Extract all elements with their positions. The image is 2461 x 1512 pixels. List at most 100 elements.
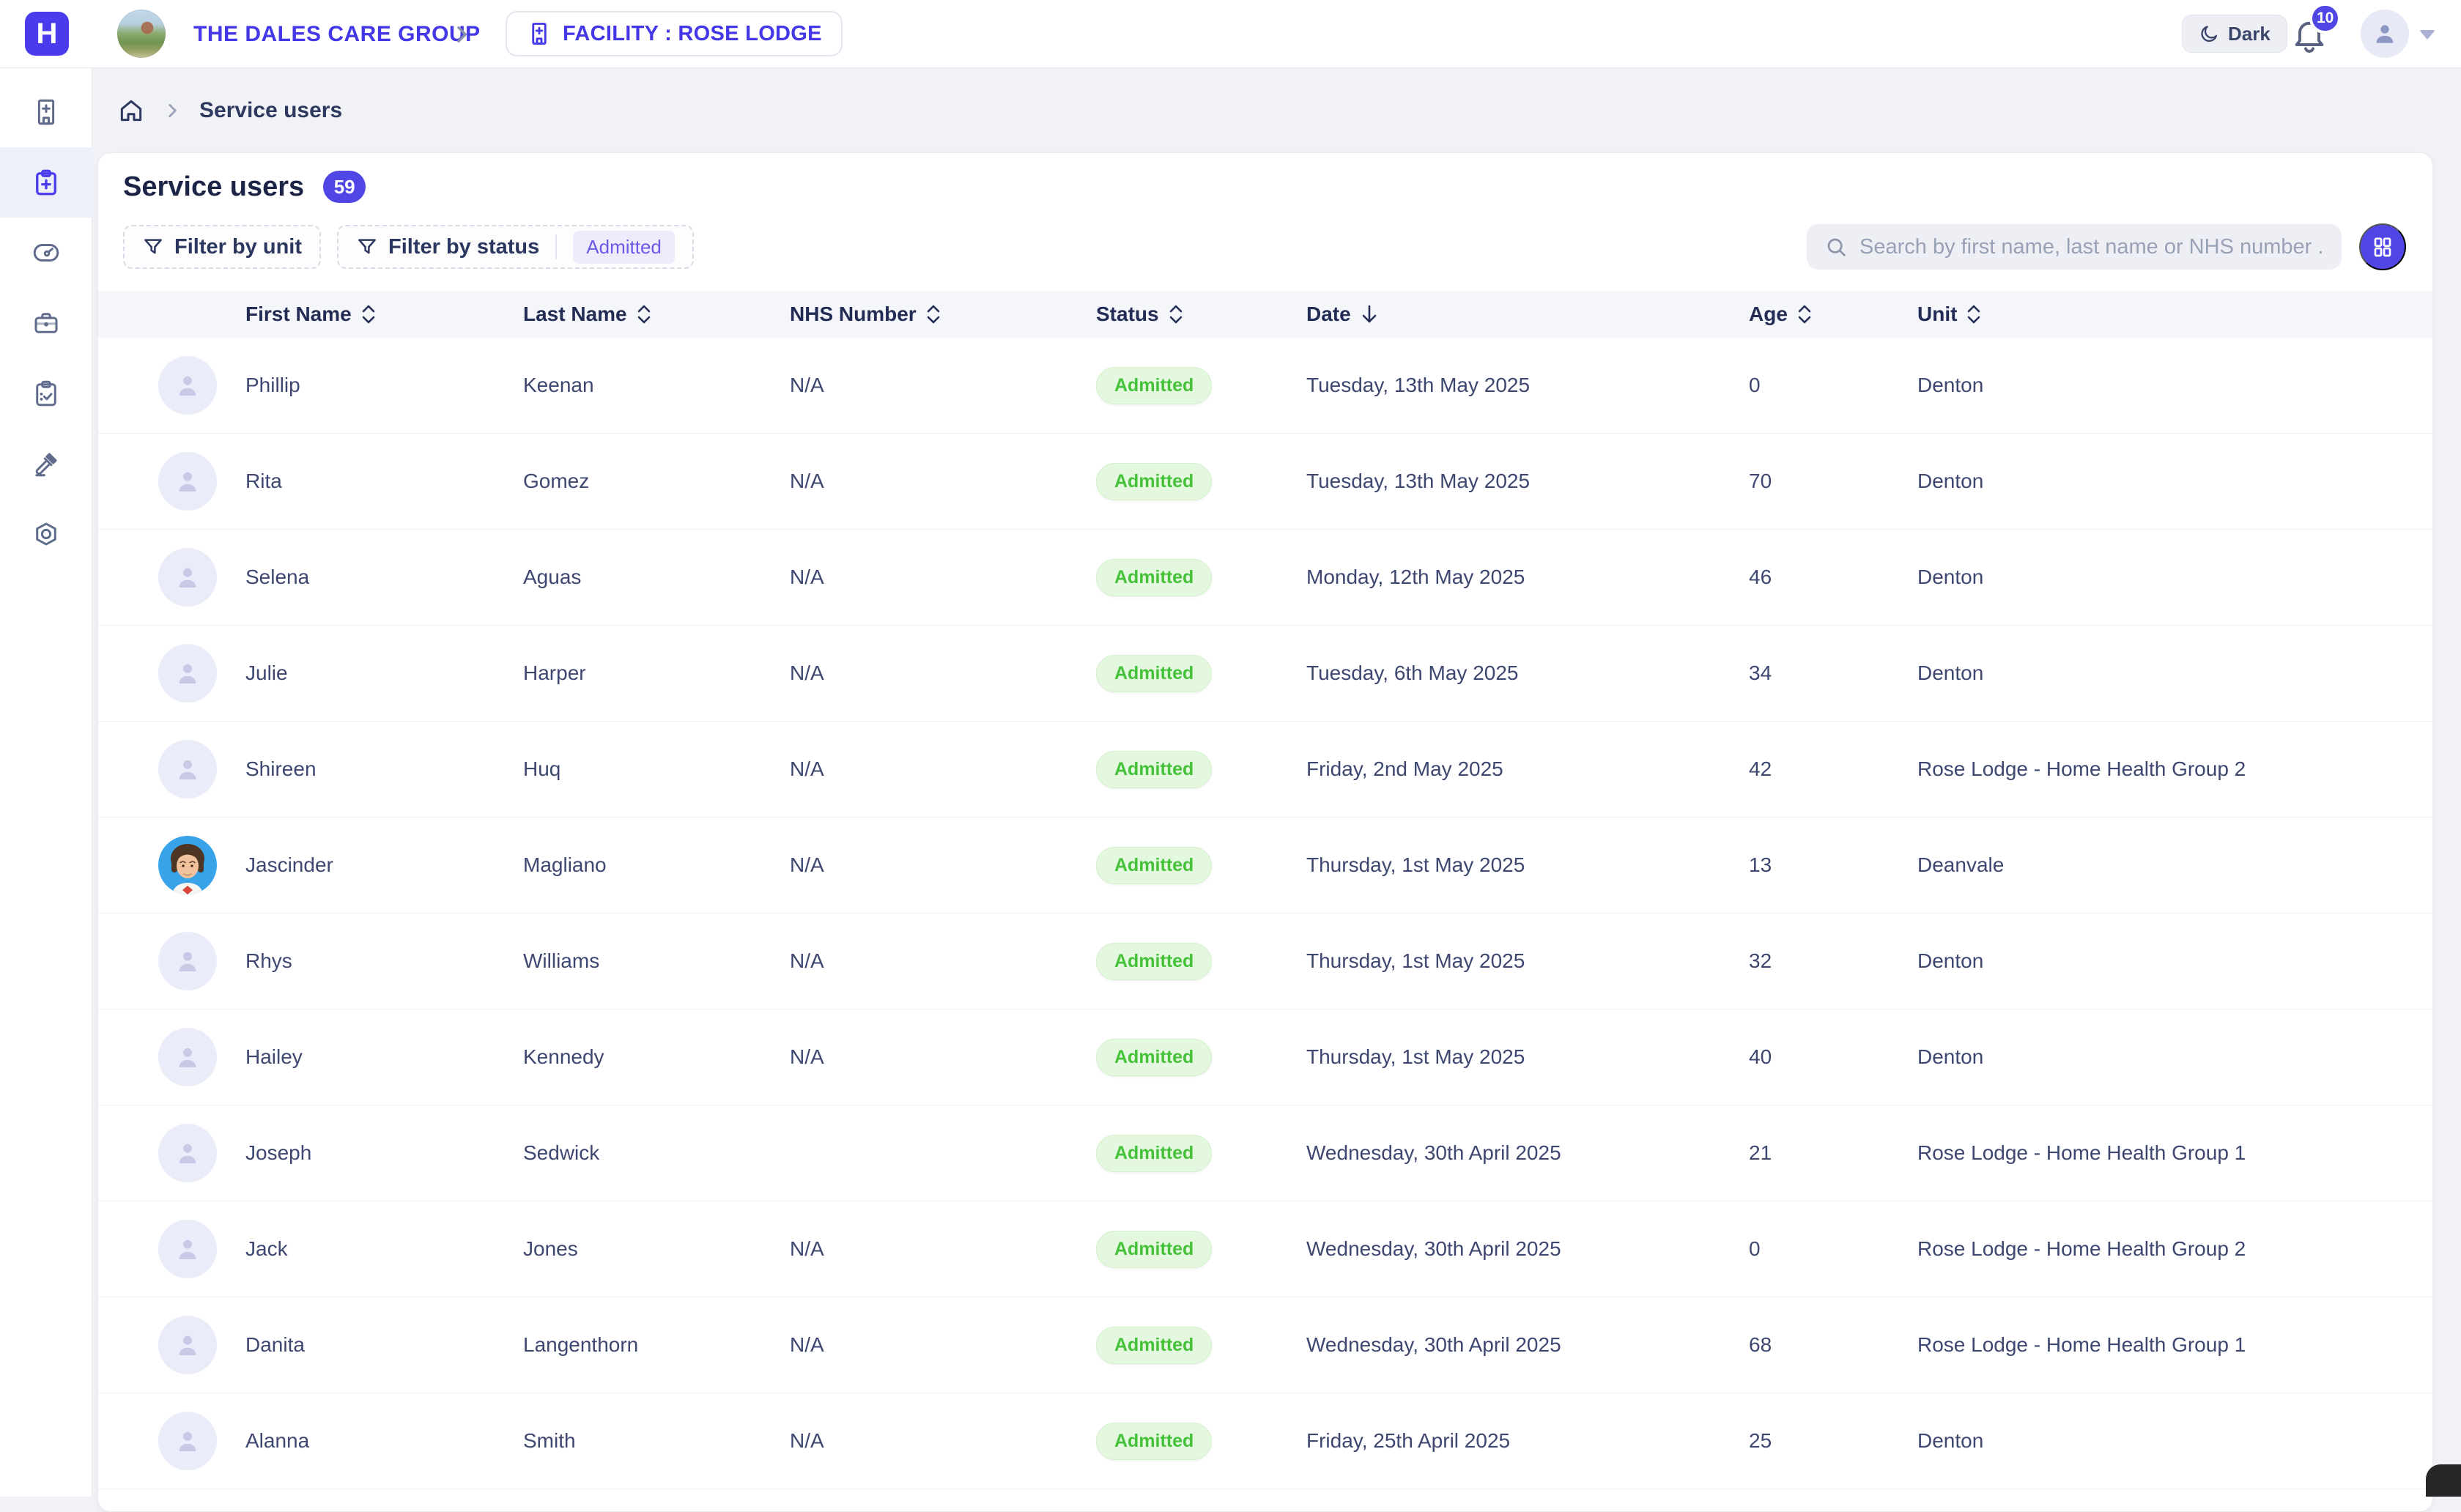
cell-first-name: Danita [245,1333,523,1357]
sidebar-item-assessments[interactable] [0,358,92,429]
search-input[interactable] [1859,235,2324,259]
header-last-name[interactable]: Last Name [523,303,790,326]
row-avatar [158,356,217,415]
status-badge: Admitted [1096,943,1212,980]
header-label: NHS Number [790,303,917,326]
person-icon [2371,20,2399,48]
cell-status: Admitted [1096,1039,1306,1076]
sort-both-icon[interactable] [1168,303,1184,325]
page-title: Service users [123,171,304,203]
header-status[interactable]: Status [1096,303,1306,326]
cell-unit: Rose Lodge - Home Health Group 2 [1917,1237,2432,1261]
header-nhs-number[interactable]: NHS Number [790,303,1096,326]
sort-both-icon[interactable] [360,303,377,325]
funnel-icon [142,236,164,258]
table-row[interactable]: Jascinder Magliano N/A Admitted Thursday… [98,818,2432,914]
filter-separator [555,234,557,259]
cell-last-name: Smith [523,1429,790,1453]
filter-status-value-chip[interactable]: Admitted [573,231,675,264]
cell-first-name: Jack [245,1237,523,1261]
cell-avatar [98,452,245,511]
sidebar-item-facility[interactable] [0,77,92,147]
cell-first-name: Rhys [245,949,523,973]
controls-row: Filter by unit Filter by status Admitted [123,223,2406,270]
table-row[interactable]: Hailey Kennedy N/A Admitted Thursday, 1s… [98,1009,2432,1105]
table-row[interactable]: Julie Harper N/A Admitted Tuesday, 6th M… [98,626,2432,722]
cell-unit: Denton [1917,470,2432,493]
filter-by-status-button[interactable]: Filter by status Admitted [337,225,694,269]
cell-date: Friday, 2nd May 2025 [1306,757,1749,781]
row-avatar [158,1028,217,1086]
header-date[interactable]: Date [1306,303,1749,326]
sort-desc-icon[interactable] [1360,303,1379,326]
cell-status: Admitted [1096,1327,1306,1364]
cell-status: Admitted [1096,1135,1306,1172]
org-avatar-photo[interactable] [117,10,166,58]
table-row[interactable]: Selena Aguas N/A Admitted Monday, 12th M… [98,530,2432,626]
table-row[interactable]: Joseph Sedwick Admitted Wednesday, 30th … [98,1105,2432,1201]
header-first-name[interactable]: First Name [245,303,523,326]
table-row[interactable]: Rita Gomez N/A Admitted Tuesday, 13th Ma… [98,434,2432,530]
sidebar-item-settings[interactable] [0,499,92,569]
table-row[interactable]: Shireen Huq N/A Admitted Friday, 2nd May… [98,722,2432,818]
header-unit[interactable]: Unit [1917,303,2432,326]
count-badge: 59 [323,171,366,203]
row-avatar [158,1316,217,1374]
home-icon[interactable] [117,97,145,125]
cell-nhs-number: N/A [790,757,1096,781]
person-placeholder-icon [172,1042,203,1072]
grid-view-button[interactable] [2359,223,2406,270]
theme-toggle-button[interactable]: Dark [2182,15,2287,53]
moon-icon [2199,23,2219,44]
sort-both-icon[interactable] [1796,303,1813,325]
status-badge: Admitted [1096,751,1212,788]
corner-widget[interactable] [2426,1464,2461,1497]
status-badge: Admitted [1096,1423,1212,1460]
user-menu-avatar[interactable] [2361,10,2409,58]
table-row[interactable]: Alanna Smith N/A Admitted Friday, 25th A… [98,1393,2432,1489]
row-avatar [158,1412,217,1470]
table-row[interactable]: Rhys Williams N/A Admitted Thursday, 1st… [98,914,2432,1009]
sort-both-icon[interactable] [925,303,941,325]
cell-avatar [98,740,245,798]
table-row[interactable]: Danita Langenthorn N/A Admitted Wednesda… [98,1297,2432,1393]
sort-both-icon[interactable] [1966,303,1982,325]
briefcase-icon [31,308,62,338]
sidebar-nav [0,68,92,1497]
table-row[interactable]: Jack Jones N/A Admitted Wednesday, 30th … [98,1201,2432,1297]
cell-avatar [98,836,245,894]
filter-by-unit-button[interactable]: Filter by unit [123,225,321,269]
sidebar-item-organisation[interactable] [0,288,92,358]
sidebar-item-insights[interactable] [0,218,92,288]
header-label: Date [1306,303,1351,326]
cell-avatar [98,1412,245,1470]
sidebar-item-service-users[interactable] [0,147,92,218]
chevron-down-icon[interactable] [2419,30,2435,40]
cell-unit: Denton [1917,662,2432,685]
status-badge: Admitted [1096,1231,1212,1268]
app-logo[interactable]: H [25,12,69,56]
cell-nhs-number: N/A [790,374,1096,397]
cell-nhs-number: N/A [790,470,1096,493]
breadcrumb-current[interactable]: Service users [199,98,342,123]
header-age[interactable]: Age [1749,303,1917,326]
org-name[interactable]: THE DALES CARE GROUP [193,0,481,68]
cell-last-name: Langenthorn [523,1333,790,1357]
status-badge: Admitted [1096,559,1212,596]
gavel-icon [31,448,62,479]
cell-status: Admitted [1096,943,1306,980]
header-label: Status [1096,303,1159,326]
cell-nhs-number: N/A [790,1237,1096,1261]
row-avatar [158,1220,217,1278]
row-avatar [158,740,217,798]
person-placeholder-icon [172,754,203,785]
table-header: First Name Last Name NHS Number Status D… [98,291,2432,338]
search-icon [1824,235,1848,259]
row-avatar [158,452,217,511]
facility-selector-button[interactable]: FACILITY : ROSE LODGE [506,11,843,56]
sidebar-item-compliance[interactable] [0,429,92,499]
sort-both-icon[interactable] [636,303,652,325]
table-row[interactable]: Phillip Keenan N/A Admitted Tuesday, 13t… [98,338,2432,434]
cell-first-name: Alanna [245,1429,523,1453]
cell-avatar [98,1220,245,1278]
